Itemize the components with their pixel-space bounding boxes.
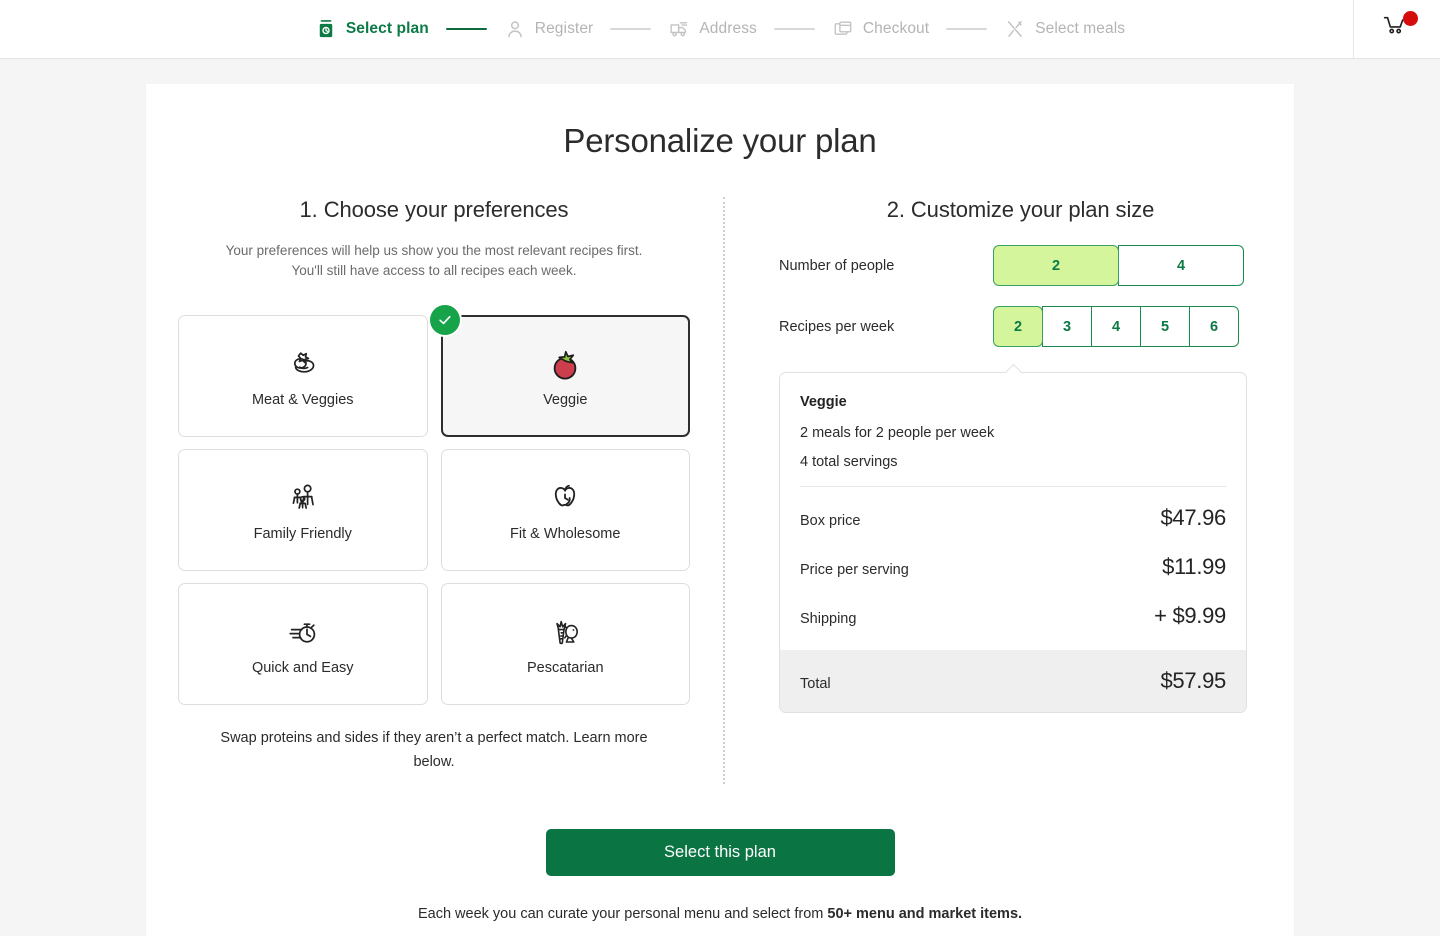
recipes-per-week-label: Recipes per week (779, 319, 993, 335)
total-row: Total $57.95 (780, 650, 1246, 712)
recipes-per-week-row: Recipes per week 2 3 4 5 6 (779, 306, 1262, 347)
page-title: Personalize your plan (146, 122, 1294, 160)
stopwatch-icon (283, 612, 323, 652)
step-checkout[interactable]: Checkout (832, 18, 929, 40)
preferences-description: Your preferences will help us show you t… (210, 241, 658, 281)
price-row-price-per-serving: Price per serving $11.99 (800, 542, 1226, 591)
step-label-select-meals: Select meals (1035, 20, 1125, 38)
preference-tile-label: Fit & Wholesome (510, 526, 620, 542)
step-select-meals[interactable]: Select meals (1004, 18, 1125, 40)
preference-tile-label: Veggie (543, 392, 587, 408)
panel-notch (1004, 364, 1022, 373)
cta-footnote-bold: 50+ menu and market items. (827, 906, 1022, 922)
cart-section (1353, 0, 1420, 58)
recipes-option-3[interactable]: 3 (1042, 306, 1092, 347)
preference-tile-fit-wholesome[interactable]: Fit & Wholesome (441, 449, 691, 571)
plan-size-heading: 2. Customize your plan size (779, 197, 1262, 223)
plan-summary-panel: Veggie 2 meals for 2 people per week 4 t… (779, 372, 1247, 713)
box-icon (315, 18, 337, 40)
recipes-option-6[interactable]: 6 (1189, 306, 1239, 347)
cart-button[interactable] (1380, 12, 1420, 46)
people-option-2[interactable]: 2 (993, 245, 1119, 286)
number-of-people-row: Number of people 2 4 (779, 245, 1262, 286)
step-select-plan[interactable]: Select plan (315, 18, 429, 40)
shopping-cart-icon (1380, 25, 1410, 42)
summary-meals-line: 2 meals for 2 people per week (800, 425, 1226, 441)
preference-tile-pescatarian[interactable]: Pescatarian (441, 583, 691, 705)
preference-tile-label: Family Friendly (254, 526, 352, 542)
check-badge-icon (430, 305, 460, 335)
price-value: $47.96 (1161, 505, 1227, 531)
cart-badge (1403, 11, 1418, 26)
user-icon (504, 18, 526, 40)
total-label: Total (800, 676, 831, 692)
apple-icon (545, 478, 585, 518)
select-this-plan-button[interactable]: Select this plan (546, 829, 895, 876)
preference-tile-label: Quick and Easy (252, 660, 354, 676)
price-row-shipping: Shipping + $9.99 (800, 591, 1226, 640)
price-label: Price per serving (800, 562, 909, 578)
step-address[interactable]: Address (668, 18, 757, 40)
number-of-people-label: Number of people (779, 258, 993, 274)
preference-tile-meat-veggies[interactable]: Meat & Veggies (178, 315, 428, 437)
two-column-layout: 1. Choose your preferences Your preferen… (146, 197, 1294, 784)
recipes-option-4[interactable]: 4 (1091, 306, 1141, 347)
connector-1 (446, 28, 487, 31)
step-label-address: Address (699, 20, 757, 38)
step-label-checkout: Checkout (863, 20, 929, 38)
credit-card-icon (832, 18, 854, 40)
price-value: + $9.99 (1154, 603, 1226, 629)
recipes-per-week-segmented-control: 2 3 4 5 6 (993, 306, 1239, 347)
connector-2 (610, 28, 651, 30)
recipes-option-2[interactable]: 2 (993, 306, 1043, 347)
carrot-fish-icon (545, 612, 585, 652)
preferences-heading: 1. Choose your preferences (178, 197, 690, 223)
step-register[interactable]: Register (504, 18, 594, 40)
meat-veggies-icon (283, 344, 323, 384)
cta-footnote: Each week you can curate your personal m… (146, 906, 1294, 922)
checkout-steps: Select plan Register (315, 18, 1125, 40)
page-body: Personalize your plan 1. Choose your pre… (0, 59, 1440, 936)
cta-footnote-prefix: Each week you can curate your personal m… (418, 906, 827, 922)
tomato-icon (545, 344, 585, 384)
family-icon (283, 478, 323, 518)
price-value: $11.99 (1162, 554, 1226, 580)
preference-tile-label: Pescatarian (527, 660, 604, 676)
fork-knife-icon (1004, 18, 1026, 40)
summary-servings-line: 4 total servings (800, 454, 1226, 470)
price-label: Shipping (800, 611, 856, 627)
people-option-4[interactable]: 4 (1118, 245, 1244, 286)
swap-note: Swap proteins and sides if they aren’t a… (199, 726, 669, 774)
summary-details: Veggie 2 meals for 2 people per week 4 t… (780, 373, 1246, 486)
preference-tile-label: Meat & Veggies (252, 392, 354, 408)
cta-section: Select this plan Each week you can curat… (146, 829, 1294, 936)
preference-tile-quick-and-easy[interactable]: Quick and Easy (178, 583, 428, 705)
summary-plan-name: Veggie (800, 394, 1226, 410)
price-breakdown: Box price $47.96 Price per serving $11.9… (780, 487, 1246, 650)
truck-icon (668, 18, 690, 40)
preferences-column: 1. Choose your preferences Your preferen… (178, 197, 723, 784)
preference-tile-family-friendly[interactable]: Family Friendly (178, 449, 428, 571)
preference-tiles: Meat & Veggies (178, 315, 690, 705)
step-label-register: Register (535, 20, 594, 38)
plan-size-column: 2. Customize your plan size Number of pe… (725, 197, 1262, 784)
price-row-box-price: Box price $47.96 (800, 493, 1226, 542)
recipes-option-5[interactable]: 5 (1140, 306, 1190, 347)
price-label: Box price (800, 513, 860, 529)
plan-card: Personalize your plan 1. Choose your pre… (146, 84, 1294, 936)
progress-header: Select plan Register (0, 0, 1440, 59)
step-label-select-plan: Select plan (346, 20, 429, 38)
connector-4 (946, 28, 987, 30)
preference-tile-veggie[interactable]: Veggie (441, 315, 691, 437)
total-value: $57.95 (1161, 668, 1227, 694)
connector-3 (774, 28, 815, 30)
number-of-people-segmented-control: 2 4 (993, 245, 1244, 286)
